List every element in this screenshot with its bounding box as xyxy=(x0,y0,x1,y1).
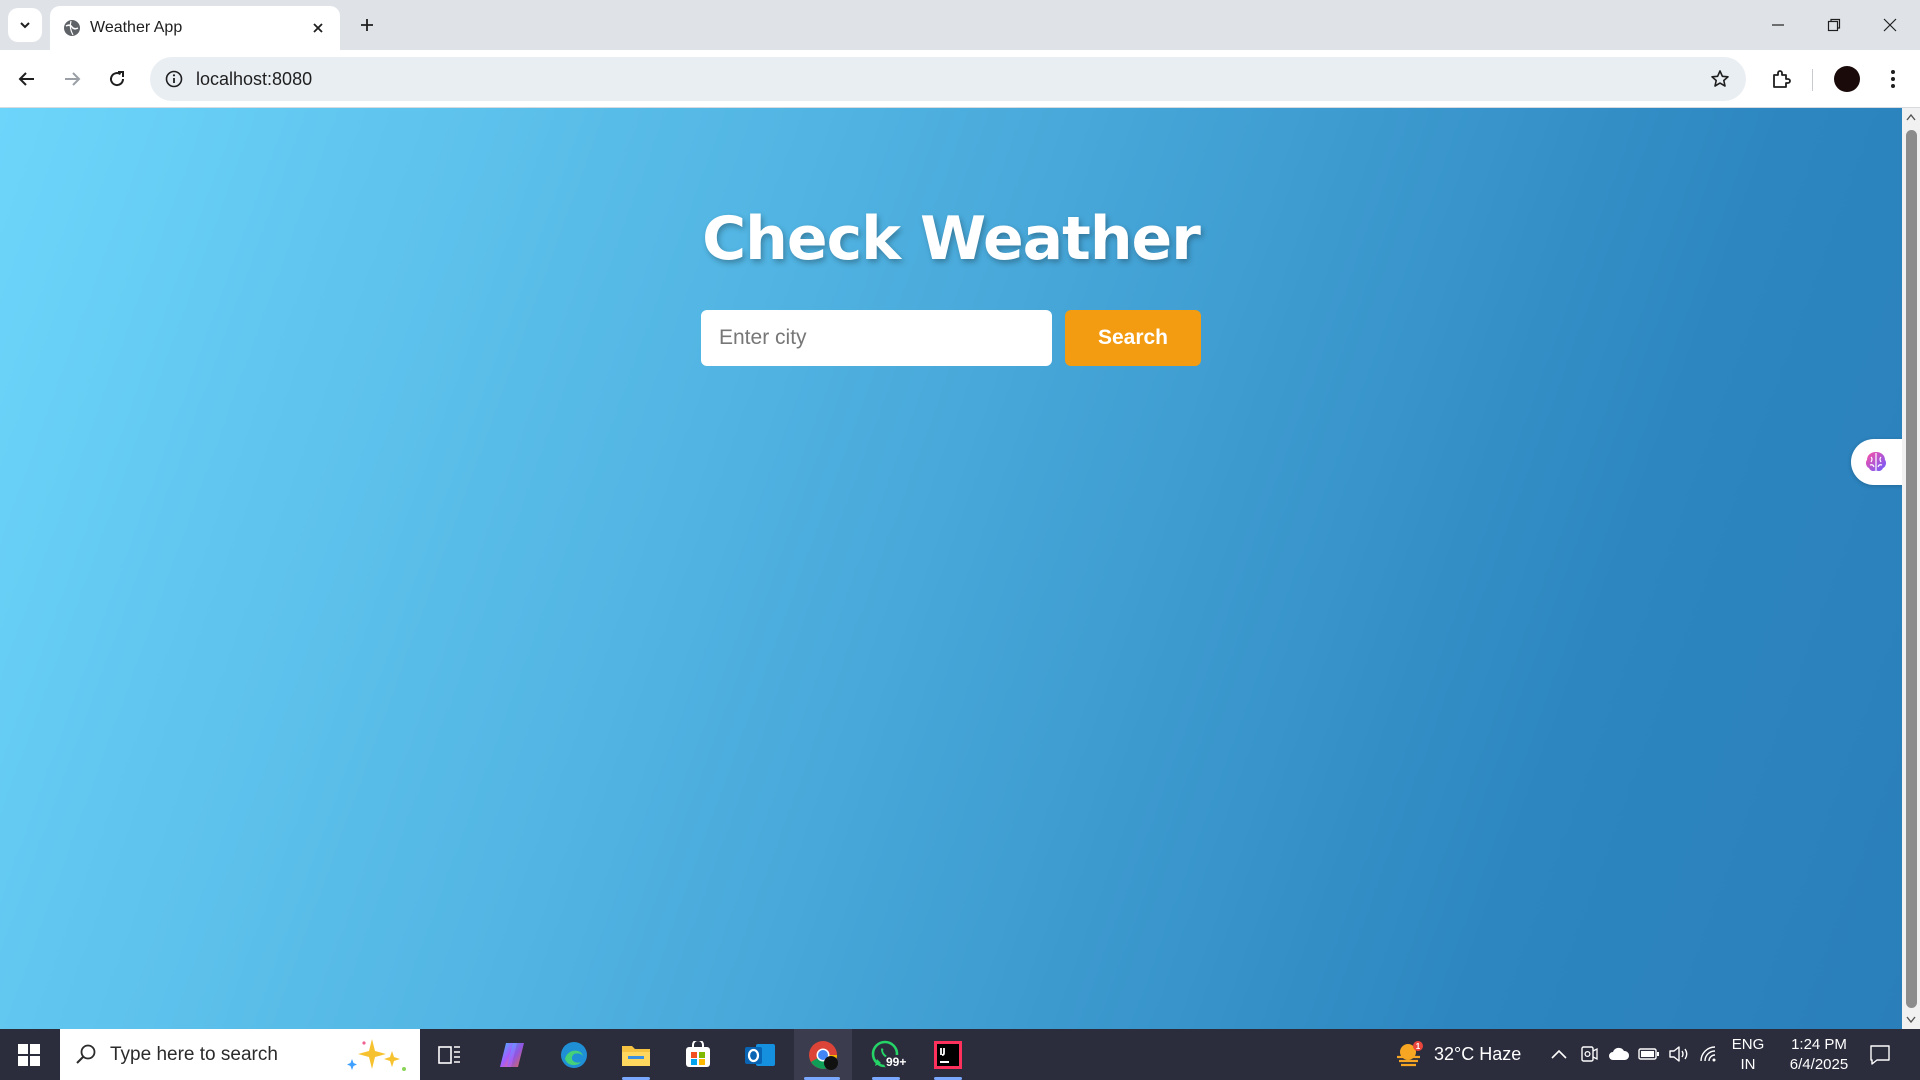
taskbar-file-explorer[interactable] xyxy=(608,1029,664,1080)
edge-icon xyxy=(561,1041,587,1068)
tab-title: Weather App xyxy=(90,19,183,36)
minimize-button[interactable] xyxy=(1750,0,1806,50)
minimize-icon xyxy=(1772,24,1784,26)
taskbar-search-placeholder: Type here to search xyxy=(110,1044,278,1065)
globe-icon xyxy=(64,20,80,36)
taskbar-whatsapp[interactable]: 99+ xyxy=(858,1029,914,1080)
tray-onedrive[interactable] xyxy=(1606,1041,1632,1067)
notification-center-button[interactable] xyxy=(1864,1039,1896,1071)
tab-close-button[interactable] xyxy=(304,14,332,42)
windows-logo-icon xyxy=(18,1043,40,1066)
plus-icon xyxy=(361,19,373,31)
tab-strip: Weather App xyxy=(0,0,1920,50)
clock-time: 1:24 PM xyxy=(1791,1036,1847,1053)
browser-menu-button[interactable] xyxy=(1876,62,1910,96)
task-view-icon xyxy=(438,1045,460,1064)
star-icon xyxy=(1711,70,1729,87)
weather-text: 32°C Haze xyxy=(1434,1044,1522,1064)
battery-icon xyxy=(1638,1048,1659,1060)
taskbar-copilot[interactable] xyxy=(484,1029,540,1080)
city-input[interactable] xyxy=(701,310,1052,366)
extensions-button[interactable] xyxy=(1764,62,1798,96)
tray-network[interactable] xyxy=(1696,1041,1722,1067)
system-clock[interactable]: 1:24 PM 6/4/2025 xyxy=(1774,1035,1864,1075)
puzzle-icon xyxy=(1773,70,1791,88)
camera-icon xyxy=(1581,1046,1598,1062)
tray-volume[interactable] xyxy=(1666,1041,1692,1067)
chrome-icon xyxy=(809,1040,838,1070)
page-scrollbar[interactable] xyxy=(1902,108,1920,1029)
tray-meet-now[interactable] xyxy=(1576,1041,1602,1067)
restore-button[interactable] xyxy=(1806,0,1862,50)
reload-icon xyxy=(110,71,125,87)
sparkle-icon xyxy=(347,1039,406,1071)
taskbar-search-box[interactable]: Type here to search xyxy=(60,1029,420,1080)
wifi-icon xyxy=(1700,1046,1716,1062)
scroll-up-button[interactable] xyxy=(1902,110,1920,124)
floating-ai-widget[interactable] xyxy=(1851,439,1902,485)
tray-battery[interactable] xyxy=(1636,1041,1662,1067)
input-language[interactable]: ENG IN xyxy=(1726,1035,1770,1075)
weather-widget[interactable]: 1 32°C Haze xyxy=(1390,1029,1530,1080)
page-title: Check Weather xyxy=(702,204,1201,274)
chat-bubble-icon xyxy=(1870,1045,1890,1065)
taskbar-outlook[interactable] xyxy=(732,1029,788,1080)
taskbar-chrome[interactable] xyxy=(794,1029,852,1080)
chevron-down-icon xyxy=(20,22,30,29)
bookmark-button[interactable] xyxy=(1704,63,1736,95)
task-view-button[interactable] xyxy=(422,1029,478,1080)
scroll-down-button[interactable] xyxy=(1902,1013,1920,1027)
arrow-right-icon xyxy=(65,72,81,86)
arrow-left-icon xyxy=(18,72,34,86)
clock-date: 6/4/2025 xyxy=(1789,1056,1849,1073)
start-button[interactable] xyxy=(0,1029,58,1080)
more-vertical-icon xyxy=(1891,70,1895,88)
restore-icon xyxy=(1827,18,1841,32)
tab-weather-app[interactable]: Weather App xyxy=(50,6,340,50)
page-content: Check Weather Search xyxy=(0,108,1902,1029)
intellij-icon xyxy=(934,1040,962,1069)
outlook-icon xyxy=(745,1043,775,1066)
address-bar[interactable]: localhost:8080 xyxy=(150,57,1746,101)
info-icon xyxy=(165,70,183,88)
close-icon xyxy=(1883,18,1897,32)
toolbar-divider xyxy=(1812,69,1813,91)
brain-icon xyxy=(1865,452,1887,472)
new-tab-button[interactable] xyxy=(350,8,384,42)
weather-alert-badge: 1 xyxy=(1416,1042,1421,1051)
windows-taskbar: Type here to search 99+ 1 32°C Haze ENG … xyxy=(0,1029,1920,1080)
cloud-icon xyxy=(1609,1047,1630,1060)
search-icon xyxy=(76,1044,96,1064)
forward-button[interactable] xyxy=(55,62,89,96)
avatar xyxy=(1834,66,1860,92)
copilot-icon xyxy=(500,1042,524,1067)
triangle-down-icon xyxy=(1906,1016,1916,1024)
scrollbar-thumb[interactable] xyxy=(1906,130,1917,1008)
notification-badge: 99+ xyxy=(884,1055,909,1069)
show-hidden-icons-button[interactable] xyxy=(1546,1041,1572,1067)
taskbar-store[interactable] xyxy=(670,1029,726,1080)
language-code: ENG xyxy=(1731,1036,1765,1053)
taskbar-edge[interactable] xyxy=(546,1029,602,1080)
haze-sun-icon: 1 xyxy=(1397,1041,1423,1067)
close-icon xyxy=(313,23,323,33)
reload-button[interactable] xyxy=(100,62,134,96)
close-window-button[interactable] xyxy=(1862,0,1918,50)
profile-button[interactable] xyxy=(1830,62,1864,96)
folder-icon xyxy=(622,1045,650,1066)
url-text[interactable]: localhost:8080 xyxy=(196,69,312,90)
region-code: IN xyxy=(1740,1056,1756,1073)
store-icon xyxy=(686,1040,710,1067)
browser-toolbar: localhost:8080 xyxy=(0,50,1920,108)
triangle-up-icon xyxy=(1906,113,1916,121)
taskbar-intellij[interactable] xyxy=(920,1029,976,1080)
chevron-up-icon xyxy=(1551,1049,1567,1059)
search-button[interactable]: Search xyxy=(1065,310,1201,366)
tab-search-button[interactable] xyxy=(8,8,42,42)
site-info-button[interactable] xyxy=(160,65,188,93)
speaker-icon xyxy=(1669,1046,1688,1062)
back-button[interactable] xyxy=(10,62,44,96)
